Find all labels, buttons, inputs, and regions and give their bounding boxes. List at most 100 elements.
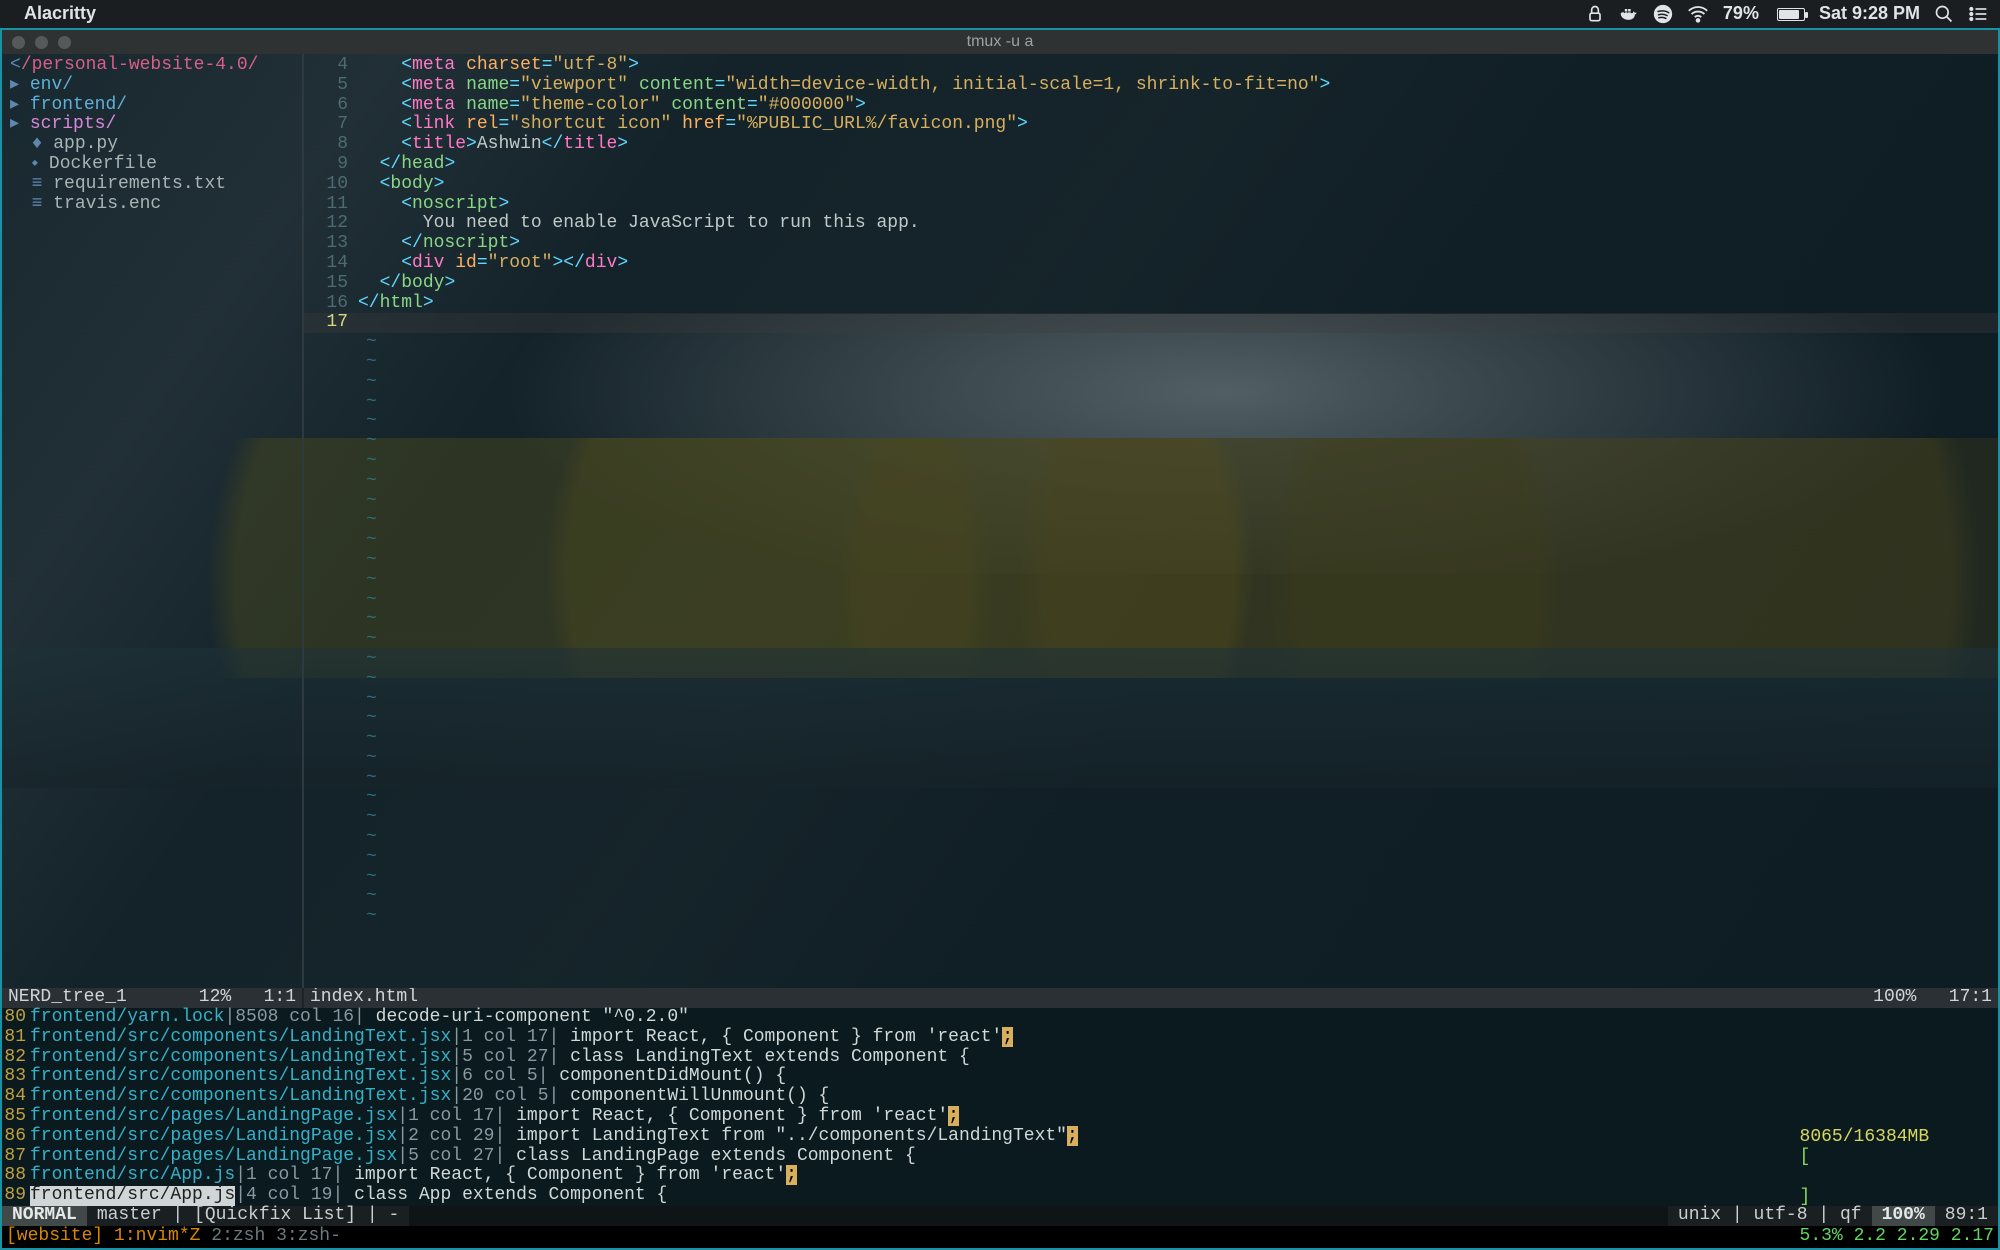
code-line[interactable]: 15 </body> [304,274,1998,294]
window-minimize-button[interactable] [35,36,48,49]
qf-file: frontend/src/pages/LandingPage.jsx [30,1147,397,1167]
code-line[interactable]: 16</html> [304,294,1998,314]
nerdtree-statusbar: NERD_tree_1 12% 1:1 [2,988,302,1008]
qf-file: frontend/yarn.lock [30,1008,224,1028]
tmux-session[interactable]: [website] [6,1227,103,1247]
quickfix-row[interactable]: 89 frontend/src/App.js|4 col 19| class A… [2,1186,1998,1206]
qf-position: |1 col 17| [451,1028,559,1048]
line-number: 11 [304,195,358,215]
tmux-window[interactable]: 2:zsh [211,1226,265,1246]
nerdtree-file[interactable]: requirements.txt [53,174,226,194]
nerdtree-file[interactable]: travis.enc [53,194,161,214]
code-line[interactable]: 4 <meta charset="utf-8"> [304,56,1998,76]
window-close-button[interactable] [12,36,25,49]
nerdtree-dir[interactable]: scripts/ [30,114,116,134]
code-line[interactable]: 6 <meta name="theme-color" content="#000… [304,96,1998,116]
menubar-list-icon[interactable] [1968,4,1988,24]
code-text: <link rel="shortcut icon" href="%PUBLIC_… [358,115,1028,135]
code-line[interactable]: 8 <title>Ashwin</title> [304,135,1998,155]
nerdtree-file[interactable]: Dockerfile [49,154,157,174]
quickfix-row[interactable]: 87 frontend/src/pages/LandingPage.jsx|5 … [2,1147,1998,1167]
docker-icon[interactable] [1619,4,1639,24]
window-titlebar[interactable]: tmux -u a [2,30,1998,54]
qf-line-number: 83 [2,1067,30,1087]
empty-line-tilde: ~ [358,393,377,413]
code-text: <noscript> [358,195,509,215]
code-text: <body> [358,175,444,195]
lock-icon[interactable] [1585,4,1605,24]
spotlight-search-icon[interactable] [1934,4,1954,24]
quickfix-row[interactable]: 84 frontend/src/components/LandingText.j… [2,1087,1998,1107]
qf-file: frontend/src/components/LandingText.jsx [30,1028,451,1048]
empty-line-tilde: ~ [358,333,377,353]
tmux-bracket: [ [1800,1147,1811,1167]
battery-icon[interactable] [1773,8,1805,21]
empty-line-tilde: ~ [358,610,377,630]
code-line[interactable]: 5 <meta name="viewport" content="width=d… [304,76,1998,96]
code-text: </head> [358,155,455,175]
line-number: 6 [304,96,358,116]
quickfix-row[interactable]: 88 frontend/src/App.js|1 col 17| import … [2,1166,1998,1186]
tmux-bracket: ] [1800,1187,1811,1207]
code-line[interactable]: 14 <div id="root"></div> [304,254,1998,274]
vim-modeline: NORMAL master | [Quickfix List] | - unix… [2,1206,1998,1226]
code-pane[interactable]: 4 <meta charset="utf-8">5 <meta name="vi… [304,54,1998,988]
qf-position: |2 col 29| [397,1127,505,1147]
spotify-icon[interactable] [1653,4,1673,24]
line-number: 16 [304,294,358,314]
nerdtree-root[interactable]: /personal-website-4.0/ [21,55,259,75]
app-name[interactable]: Alacritty [24,4,96,24]
qf-code: class App extends Component { [343,1186,667,1206]
code-line[interactable]: 13 </noscript> [304,234,1998,254]
qf-code: class LandingPage extends Component { [505,1147,915,1167]
nerdtree-dir[interactable]: frontend/ [30,95,127,115]
quickfix-row[interactable]: 85 frontend/src/pages/LandingPage.jsx|1 … [2,1107,1998,1127]
code-text: <div id="root"></div> [358,254,628,274]
qf-line-number: 85 [2,1107,30,1127]
nerdtree-panel[interactable]: </personal-website-4.0/ ▸ env/ ▸ fronten… [2,54,302,988]
code-line[interactable]: 7 <link rel="shortcut icon" href="%PUBLI… [304,115,1998,135]
code-line[interactable]: 17 [304,313,1998,333]
quickfix-row[interactable]: 83 frontend/src/components/LandingText.j… [2,1067,1998,1087]
quickfix-list[interactable]: 80 frontend/yarn.lock|8508 col 16| decod… [2,1008,1998,1206]
quickfix-row[interactable]: 81 frontend/src/components/LandingText.j… [2,1028,1998,1048]
empty-line-tilde: ~ [358,828,377,848]
empty-line-tilde: ~ [358,531,377,551]
quickfix-row[interactable]: 80 frontend/yarn.lock|8508 col 16| decod… [2,1008,1998,1028]
qf-line-number: 88 [2,1166,30,1186]
code-line[interactable]: 11 <noscript> [304,195,1998,215]
battery-percent[interactable]: 79% [1723,4,1759,24]
code-text: <title>Ashwin</title> [358,135,628,155]
nerdtree-status-pos: 1:1 [264,987,296,1007]
code-line[interactable]: 9 </head> [304,155,1998,175]
empty-line-tilde: ~ [358,353,377,373]
code-line[interactable]: 10 <body> [304,175,1998,195]
quickfix-row[interactable]: 86 frontend/src/pages/LandingPage.jsx|2 … [2,1127,1998,1147]
buffer-pos: 17:1 [1949,987,1992,1007]
nerdtree-dir[interactable]: env/ [30,75,73,95]
empty-line-tilde: ~ [358,412,377,432]
empty-line-tilde: ~ [358,709,377,729]
code-line[interactable]: 12 You need to enable JavaScript to run … [304,214,1998,234]
qf-file: frontend/src/App.js [30,1166,235,1186]
empty-line-tilde: ~ [358,432,377,452]
qf-line-number: 80 [2,1008,30,1028]
tmux-window[interactable]: 1:nvim*Z [114,1226,200,1246]
window-zoom-button[interactable] [58,36,71,49]
empty-line-tilde: ~ [358,887,377,907]
empty-line-tilde: ~ [358,492,377,512]
tmux-window[interactable]: 3:zsh- [276,1226,341,1246]
empty-line-tilde: ~ [358,808,377,828]
qf-code: import React, { Component } from 'react'… [559,1028,1013,1048]
empty-line-tilde: ~ [358,769,377,789]
tmux-load: 2.2 2.29 2.17 [1854,1226,1994,1246]
qf-position: |4 col 19| [235,1186,343,1206]
qf-code: import React, { Component } from 'react'… [343,1166,797,1186]
empty-line-tilde: ~ [358,571,377,591]
qf-line-number: 84 [2,1087,30,1107]
menubar-clock[interactable]: Sat 9:28 PM [1819,4,1920,24]
wifi-icon[interactable] [1687,3,1709,25]
nerdtree-file[interactable]: app.py [53,134,118,154]
empty-line-tilde: ~ [358,848,377,868]
quickfix-row[interactable]: 82 frontend/src/components/LandingText.j… [2,1048,1998,1068]
